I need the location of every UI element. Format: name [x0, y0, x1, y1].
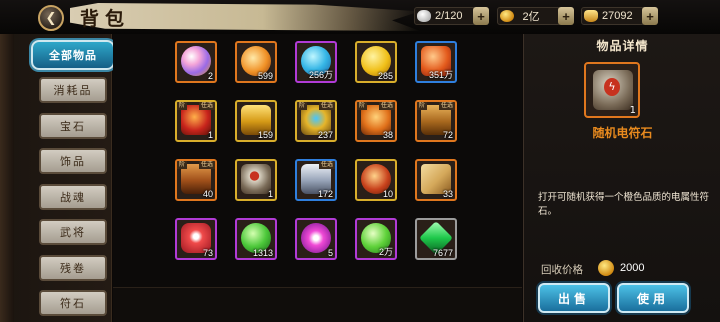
- item-quantity: 1: [207, 130, 213, 140]
- item-slot[interactable]: 73: [175, 218, 217, 260]
- item-slot[interactable]: 2万: [355, 218, 397, 260]
- category-tab-runestones[interactable]: 符石: [39, 290, 107, 316]
- recycle-price-label: 回收价格: [541, 264, 583, 276]
- selected-item-slot: ϟ 1: [584, 62, 640, 118]
- item-slot[interactable]: 阶 任选 40: [175, 159, 217, 201]
- item-slot[interactable]: 阶 任选 237: [295, 100, 337, 142]
- item-grade-tag: 阶: [177, 102, 188, 110]
- item-quantity: 7677: [432, 248, 453, 258]
- category-tab-consumables[interactable]: 消耗品: [39, 77, 107, 103]
- use-button[interactable]: 使用: [617, 283, 689, 313]
- item-quantity: 40: [202, 189, 213, 199]
- add-gold-coins-button[interactable]: +: [558, 7, 574, 25]
- back-arrow-icon: ❮: [45, 10, 57, 26]
- top-bar: ❮ 背包 2/120 + 2亿 + 27092 +: [0, 0, 720, 34]
- recycle-price-value: 2000: [620, 262, 645, 274]
- category-tab-fragments[interactable]: 残卷: [39, 255, 107, 281]
- item-slot[interactable]: 阶 任选 38: [355, 100, 397, 142]
- category-tab-generals[interactable]: 武将: [39, 219, 107, 245]
- selected-item-name: 随机电符石: [592, 126, 653, 140]
- item-slot[interactable]: 阶 任选 72: [415, 100, 457, 142]
- item-slot[interactable]: 1: [235, 159, 277, 201]
- item-optional-tag: 任选: [198, 161, 215, 169]
- category-tab-accessories[interactable]: 饰品: [39, 148, 107, 174]
- gold-ingots-counter: 27092 +: [581, 7, 658, 25]
- item-slot[interactable]: 351万: [415, 41, 457, 83]
- add-gold-ingots-button[interactable]: +: [642, 7, 658, 25]
- category-sidebar: 全部物品 消耗品 宝石 饰品 战魂 武将 残卷 符石: [0, 34, 115, 322]
- item-quantity: 2万: [378, 247, 393, 257]
- lightning-chest-icon: [241, 164, 271, 194]
- item-quantity: 1: [267, 189, 273, 199]
- gold-coins-counter: 2亿 +: [497, 7, 574, 25]
- page-title: 背包: [80, 8, 131, 30]
- item-quantity: 72: [442, 130, 453, 140]
- bag-icon: [417, 10, 431, 22]
- bag-capacity-counter: 2/120 +: [414, 7, 489, 25]
- item-slot[interactable]: 7677: [415, 218, 457, 260]
- item-quantity: 10: [382, 189, 393, 199]
- item-quantity: 1313: [252, 248, 273, 258]
- item-quantity: 73: [202, 248, 213, 258]
- item-quantity: 159: [257, 130, 273, 140]
- pink-orb-icon: [301, 223, 331, 253]
- item-optional-tag: 任选: [378, 102, 395, 110]
- back-button[interactable]: ❮: [38, 5, 64, 31]
- item-slot[interactable]: 5: [295, 218, 337, 260]
- item-quantity: 351万: [428, 70, 453, 80]
- item-optional-tag: 任选: [198, 102, 215, 110]
- sell-button[interactable]: 出售: [538, 283, 610, 313]
- item-optional-tag: 任选: [318, 102, 335, 110]
- item-slot[interactable]: 10: [355, 159, 397, 201]
- item-quantity: 5: [327, 248, 333, 258]
- item-description: 打开可随机获得一个橙色品质的电属性符石。: [538, 192, 710, 217]
- item-slot[interactable]: 256万: [295, 41, 337, 83]
- item-grid: 2 599 256万 285 351万 阶 任选 1 159 阶 任选 237 …: [113, 34, 522, 288]
- item-quantity: 237: [317, 130, 333, 140]
- lightning-bolt-icon: ϟ: [604, 78, 620, 96]
- rainbow-egg-icon: [181, 46, 211, 76]
- item-grade-tag: 阶: [357, 102, 368, 110]
- item-quantity: 599: [257, 71, 273, 81]
- ingot-icon: [584, 10, 598, 22]
- item-quantity: 285: [377, 71, 393, 81]
- item-slot[interactable]: 1313: [235, 218, 277, 260]
- item-slot[interactable]: 599: [235, 41, 277, 83]
- item-slot[interactable]: 任选 172: [295, 159, 337, 201]
- add-bag-capacity-button[interactable]: +: [473, 7, 489, 25]
- category-tab-war-souls[interactable]: 战魂: [39, 184, 107, 210]
- item-quantity: 172: [317, 189, 333, 199]
- item-quantity: 256万: [308, 70, 333, 80]
- item-slot[interactable]: 阶 任选 1: [175, 100, 217, 142]
- gold-coins-value: 2亿: [522, 11, 540, 23]
- item-grade-tag: 阶: [417, 102, 428, 110]
- item-grade-tag: 阶: [177, 161, 188, 169]
- item-slot[interactable]: 2: [175, 41, 217, 83]
- item-optional-tag: 任选: [438, 102, 455, 110]
- coin-icon: [598, 260, 614, 276]
- item-quantity: 2: [207, 71, 213, 81]
- item-optional-tag: 任选: [318, 161, 335, 169]
- item-slot[interactable]: 33: [415, 159, 457, 201]
- gold-ingots-value: 27092: [602, 10, 633, 22]
- item-quantity: 38: [382, 130, 393, 140]
- item-detail-panel: 物品详情 ϟ 1 随机电符石 打开可随机获得一个橙色品质的电属性符石。 回收价格…: [523, 34, 720, 322]
- bag-capacity-value: 2/120: [435, 10, 463, 22]
- coin-icon: [500, 10, 514, 22]
- category-tab-gems[interactable]: 宝石: [39, 113, 107, 139]
- grid-footer: [113, 288, 522, 322]
- selected-item-quantity: 1: [629, 105, 636, 116]
- detail-section-title: 物品详情: [596, 39, 649, 53]
- item-slot[interactable]: 159: [235, 100, 277, 142]
- category-tab-all[interactable]: 全部物品: [31, 40, 115, 70]
- item-slot[interactable]: 285: [355, 41, 397, 83]
- item-grade-tag: 阶: [297, 102, 308, 110]
- item-quantity: 33: [442, 189, 453, 199]
